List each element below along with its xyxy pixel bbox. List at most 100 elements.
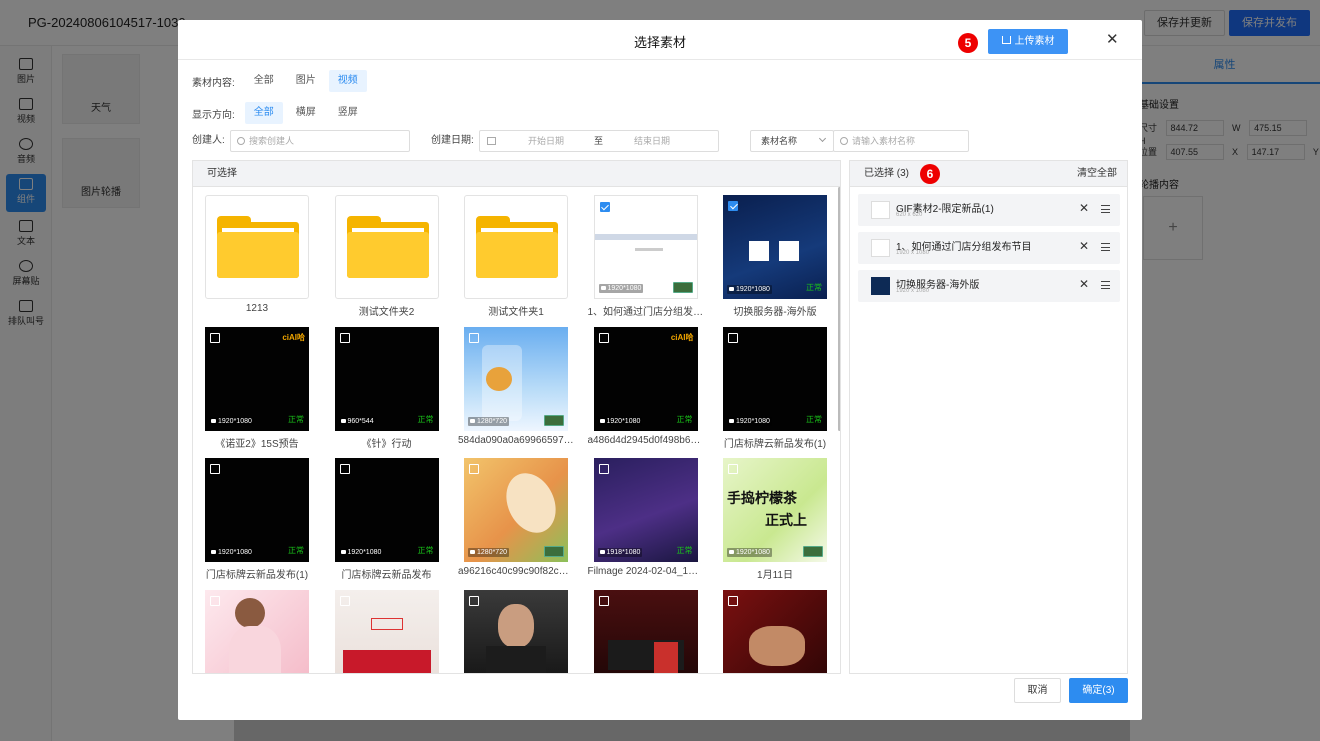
video-thumbnail: ciAI哈 1920*1080 正常	[593, 326, 698, 431]
material-card[interactable]: 1280*720 a96216c40c99c90f82c9fb3...	[458, 458, 574, 584]
checkbox[interactable]	[469, 595, 479, 606]
checkbox[interactable]	[339, 595, 350, 606]
item-thumbnail	[871, 239, 890, 257]
date-separator: 至	[594, 136, 604, 146]
material-card[interactable]: 1920*1080 正常 门店标牌云新品发布(1)	[723, 326, 827, 453]
material-card[interactable]: 960*544 正常 《针》行动	[334, 326, 439, 453]
status-badge: 正常	[288, 414, 304, 424]
step-badge-6: 6	[920, 164, 940, 184]
selected-item-size: 1920 x 1080	[896, 250, 930, 256]
remove-icon[interactable]: ✕	[1079, 240, 1089, 252]
checkbox-checked[interactable]	[728, 201, 738, 211]
remove-icon[interactable]: ✕	[1079, 278, 1089, 290]
resolution-badge: 1920*1080	[727, 416, 772, 426]
drag-handle-icon[interactable]	[1101, 281, 1110, 289]
video-thumbnail: 1918*1080 正常	[593, 458, 698, 562]
checkbox[interactable]	[210, 464, 220, 474]
material-card[interactable]	[205, 589, 309, 673]
material-card[interactable]: ciAI哈 1920*1080 正常 a486d4d2945d0f498b6b92..…	[588, 326, 704, 453]
search-icon	[840, 137, 848, 145]
selected-item[interactable]: 1、如何通过门店分组发布节目 1920 x 1080 ✕	[858, 232, 1120, 264]
selected-item[interactable]: GIF素材2-限定新品(1) 620 x 620 ✕	[858, 194, 1120, 226]
checkbox[interactable]	[598, 464, 609, 474]
selected-item[interactable]: 切换服务器-海外版 1920 x 1080 ✕	[858, 270, 1120, 302]
material-card[interactable]	[593, 589, 698, 673]
material-card[interactable]: 1920*1080 正常 切换服务器-海外版	[723, 195, 827, 321]
material-card[interactable]	[464, 589, 568, 673]
content-filter-label: 素材内容:	[192, 77, 235, 89]
name-search-input[interactable]: 请输入素材名称	[833, 130, 969, 152]
resolution-badge: 1920*1080	[597, 416, 643, 426]
checkbox[interactable]	[728, 464, 738, 474]
checkbox[interactable]	[598, 595, 609, 606]
checkbox[interactable]	[339, 332, 350, 343]
checkbox[interactable]	[469, 332, 479, 343]
checkbox[interactable]	[339, 464, 350, 474]
resolution-badge: 1920*1080	[727, 285, 772, 294]
date-start: 开始日期	[528, 136, 565, 146]
chip-orientation-portrait[interactable]: 竖屏	[329, 102, 367, 124]
select-material-dialog: 选择素材 5 上传素材 ✕ 素材内容: 全部 图片 视频 显示方向: 全部 横屏…	[178, 20, 1142, 720]
checkbox[interactable]	[210, 332, 220, 343]
material-card[interactable]	[723, 589, 827, 673]
drag-handle-icon[interactable]	[1101, 243, 1110, 251]
resolution-badge: 1920*1080	[598, 284, 644, 293]
checkbox[interactable]	[728, 595, 738, 606]
chip-content-video[interactable]: 视频	[328, 70, 367, 92]
name-type-select[interactable]: 素材名称	[750, 130, 834, 152]
folder-card[interactable]: 测试文件夹1	[464, 195, 568, 321]
video-thumbnail	[205, 589, 309, 673]
checkbox[interactable]	[210, 595, 220, 606]
video-thumbnail: 手捣柠檬茶 正式上 1920*1080	[723, 458, 827, 562]
video-thumbnail: 1920*1080 正常	[205, 458, 309, 562]
chip-content-all[interactable]: 全部	[245, 70, 283, 92]
resolution-badge: 1918*1080	[597, 548, 643, 557]
material-name: a486d4d2945d0f498b6b92...	[587, 434, 704, 446]
drag-handle-icon[interactable]	[1101, 205, 1110, 213]
status-badge: 正常	[676, 546, 693, 555]
folder-icon	[205, 195, 309, 299]
date-end: 结束日期	[634, 136, 671, 146]
material-card[interactable]: ciAI哈 1920*1080 正常 《诺亚2》15S预告	[205, 326, 309, 453]
folder-card[interactable]: 1213	[205, 195, 309, 321]
material-card[interactable]: 1920*1080 正常 门店标牌云新品发布(1)	[205, 458, 309, 584]
status-badge: 正常	[417, 414, 434, 424]
chip-orientation-all[interactable]: 全部	[244, 102, 283, 124]
checkbox[interactable]	[598, 332, 609, 343]
material-name: a96216c40c99c90f82c9fb3...	[458, 566, 574, 577]
checkbox[interactable]	[728, 332, 738, 343]
chip-content-image[interactable]: 图片	[287, 70, 325, 92]
checkbox-checked[interactable]	[599, 202, 610, 212]
confirm-button[interactable]: 确定(3)	[1069, 678, 1128, 703]
material-card[interactable]: 手捣柠檬茶 正式上 1920*1080 1月11日	[723, 458, 827, 584]
material-name: 测试文件夹1	[488, 307, 544, 318]
upload-material-button[interactable]: 上传素材	[988, 29, 1068, 54]
orientation-filter-label: 显示方向:	[192, 109, 235, 121]
material-card[interactable]: 1920*1080 1、如何通过门店分组发布节目	[588, 195, 704, 321]
date-label: 创建日期:	[431, 135, 474, 146]
clear-all-button[interactable]: 清空全部	[1077, 161, 1117, 187]
close-icon[interactable]: ✕	[1106, 32, 1119, 47]
selected-header: 已选择 (3) 6 清空全部	[850, 161, 1127, 187]
resolution-badge: 1280*720	[468, 548, 509, 557]
chip-orientation-landscape[interactable]: 横屏	[287, 102, 325, 124]
material-name: 测试文件夹2	[358, 307, 415, 318]
material-card[interactable]: 1920*1080 正常 门店标牌云新品发布	[334, 458, 439, 584]
cancel-button[interactable]: 取消	[1014, 678, 1061, 703]
status-badge	[803, 546, 823, 557]
folder-card[interactable]: 测试文件夹2	[334, 195, 439, 321]
status-badge: 正常	[288, 546, 304, 555]
material-card[interactable]: 1918*1080 正常 Filmage 2024-02-04_1711...	[588, 458, 704, 584]
material-card[interactable]	[334, 589, 439, 673]
creator-search-input[interactable]: 搜索创建人	[230, 130, 410, 152]
remove-icon[interactable]: ✕	[1079, 202, 1089, 214]
video-thumbnail: 1920*1080 正常	[723, 195, 827, 299]
material-name: 1月11日	[757, 570, 793, 581]
checkbox[interactable]	[469, 464, 479, 474]
status-badge: 正常	[417, 546, 434, 555]
grid-scrollbar[interactable]	[838, 187, 840, 431]
available-panel: 可选择 1213 测试文件夹2 测试文件夹1 1920*1080 1、如何通过门店分组发…	[192, 160, 841, 674]
material-card[interactable]: 1280*720 584da090a0a69966597d0b3...	[458, 326, 574, 453]
date-range-picker[interactable]: 开始日期 至 结束日期	[479, 130, 719, 152]
selected-item-size: 620 x 620	[896, 212, 923, 218]
